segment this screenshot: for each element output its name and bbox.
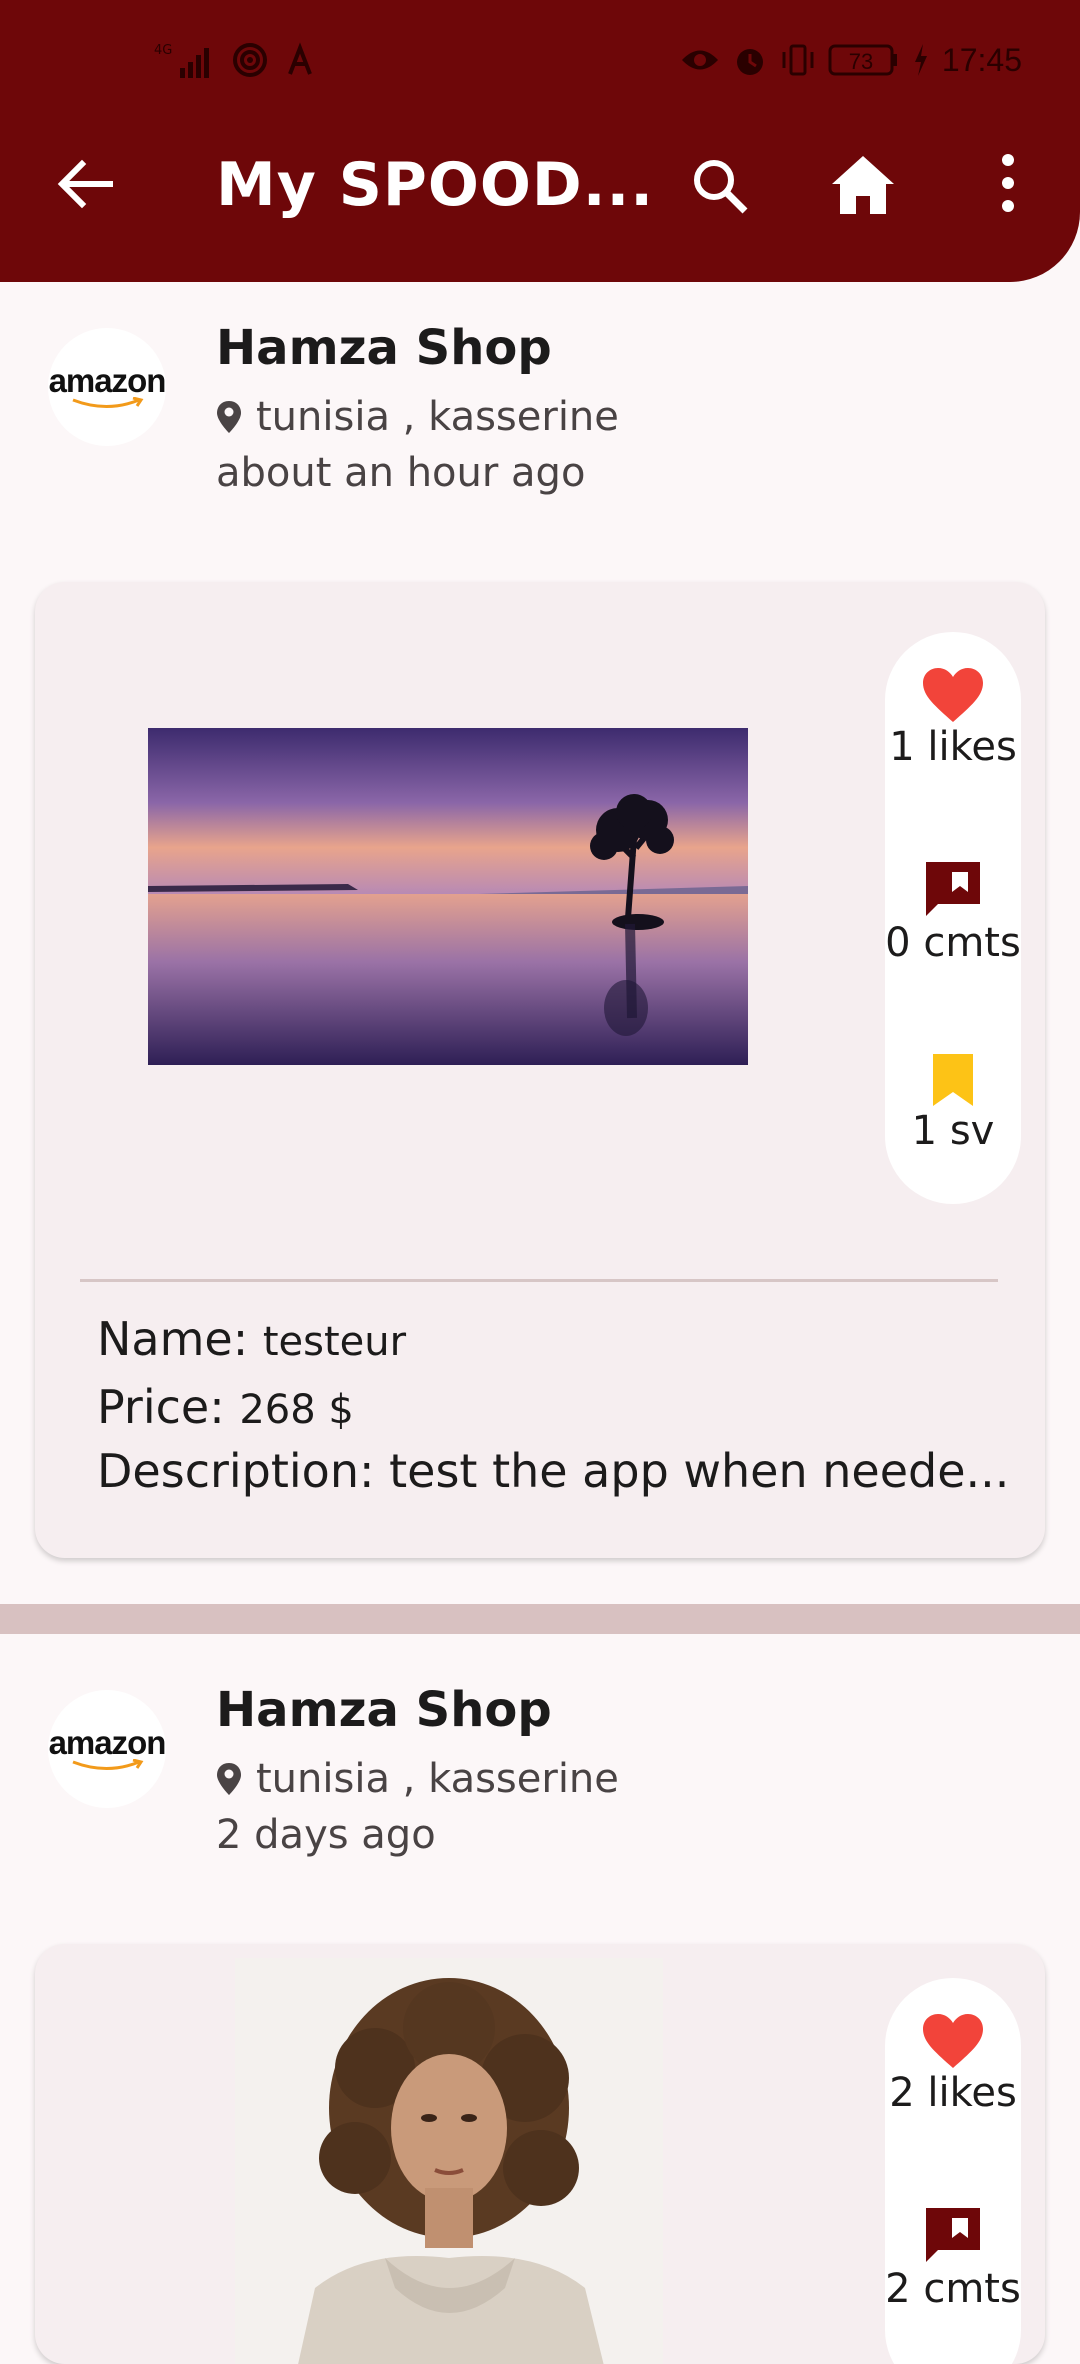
shop-avatar[interactable]: amazon [48,1690,166,1808]
font-icon [288,42,312,75]
shop-logo-text: amazon [48,1723,167,1761]
network-type: 4G [154,43,172,58]
comment-icon[interactable] [922,858,984,920]
heart-icon[interactable] [921,666,985,724]
status-bar: 4G 73 17:45 [0,0,1080,120]
product-description-row: Description: test the app when neede... [97,1444,1009,1498]
post-card[interactable]: 1 likes 0 cmts 1 sv Name: testeur Price:… [35,582,1045,1558]
toolbar: My SPOOD... [0,120,1080,252]
battery-level: 73 [849,49,873,74]
post-card[interactable]: 2 likes 2 cmts [35,1944,1045,2364]
status-right: 73 17:45 [680,40,1022,80]
post-stats: 1 likes 0 cmts 1 sv [885,632,1021,1204]
comments-count: 0 cmts [885,920,1021,966]
description-label: Description: [97,1444,375,1498]
name-value: testeur [262,1319,407,1365]
comment-icon[interactable] [922,2204,984,2266]
description-value: test the app when neede... [389,1444,1010,1498]
name-label: Name: [97,1312,249,1366]
search-icon[interactable] [690,156,750,216]
amazon-smile-icon [72,396,144,408]
saves-count: 1 sv [911,1108,995,1154]
shop-logo-text: amazon [48,361,167,399]
price-value: 268 $ [239,1387,354,1433]
post-separator [0,1604,1080,1634]
clock: 17:45 [941,41,1022,78]
location-text: tunisia , kasserine [256,394,619,440]
post-header[interactable]: amazon Hamza Shop tunisia , kasserine ab… [0,300,1080,500]
page-title: My SPOOD... [216,150,655,220]
like-stat[interactable]: 1 likes [885,666,1021,770]
more-vert-icon[interactable] [990,150,1026,216]
comments-count: 2 cmts [885,2266,1021,2312]
location-text: tunisia , kasserine [256,1756,619,1802]
signal-icon: 4G [154,43,209,78]
product-image[interactable] [148,728,748,1065]
post-header[interactable]: amazon Hamza Shop tunisia , kasserine 2 … [0,1662,1080,1862]
likes-count: 2 likes [889,2070,1017,2116]
hotspot-icon [233,43,267,77]
status-left: 4G [154,40,316,80]
location-pin-icon [217,401,241,433]
like-stat[interactable]: 2 likes [885,2012,1021,2116]
eye-icon [681,50,718,70]
save-stat[interactable]: 1 sv [885,1052,1021,1154]
location-row: tunisia , kasserine [216,390,619,444]
location-pin-icon [217,1763,241,1795]
amazon-smile-icon [72,1758,144,1770]
product-price-row: Price: 268 $ [97,1380,354,1434]
divider [80,1279,998,1282]
product-name-row: Name: testeur [97,1312,406,1366]
shop-name[interactable]: Hamza Shop [216,1682,552,1738]
post-stats: 2 likes 2 cmts [885,1978,1021,2364]
location-row: tunisia , kasserine [216,1752,619,1806]
price-label: Price: [97,1380,225,1434]
bookmark-icon[interactable] [931,1052,975,1108]
alarm-icon [736,49,763,75]
shop-name[interactable]: Hamza Shop [216,320,552,376]
likes-count: 1 likes [889,724,1017,770]
heart-icon[interactable] [921,2012,985,2070]
charging-icon [914,44,927,76]
app-bar: 4G 73 17:45 My SPOOD... [0,0,1080,282]
home-icon[interactable] [830,154,896,216]
product-image[interactable] [235,1958,663,2364]
back-arrow-icon[interactable] [54,152,118,216]
post-time: about an hour ago [216,450,586,496]
shop-avatar[interactable]: amazon [48,328,166,446]
post-time: 2 days ago [216,1812,436,1858]
comment-stat[interactable]: 0 cmts [885,858,1021,966]
battery-icon: 73 [828,44,897,76]
vibrate-icon [782,44,814,76]
comment-stat[interactable]: 2 cmts [885,2204,1021,2312]
